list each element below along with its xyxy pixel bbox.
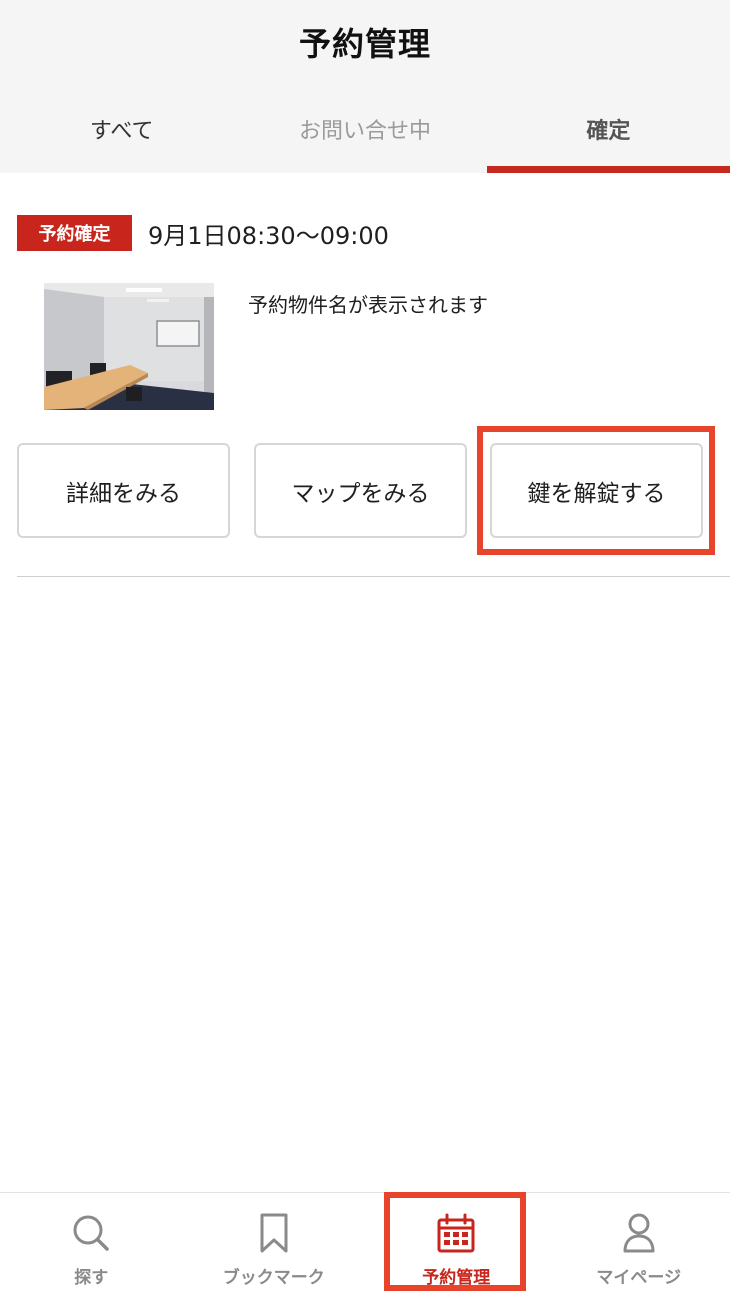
property-name: 予約物件名が表示されます [248, 293, 488, 317]
page-title: 予約管理 [298, 25, 431, 63]
view-map-button[interactable]: マップをみる [254, 443, 467, 538]
nav-label-bookmark: ブックマーク [222, 1268, 325, 1288]
nav-label-mypage: マイページ [596, 1268, 682, 1288]
reservation-tabs: すべて お問い合せ中 確定 [0, 84, 730, 173]
nav-item-mypage[interactable]: マイページ [548, 1193, 730, 1291]
view-details-button[interactable]: 詳細をみる [17, 443, 230, 538]
card-divider [17, 576, 730, 577]
status-badge: 予約確定 [17, 215, 132, 251]
tab-inquiry[interactable]: お問い合せ中 [243, 84, 486, 173]
app-header: 予約管理 [0, 0, 730, 84]
search-icon [73, 1215, 109, 1251]
property-thumbnail [44, 283, 214, 410]
bottom-navigation: 探す ブックマーク 予約管理 マイページ [0, 1192, 730, 1291]
user-icon [623, 1213, 655, 1253]
tab-confirmed[interactable]: 確定 [486, 84, 730, 173]
tab-confirmed-label: 確定 [586, 118, 631, 144]
active-tab-indicator [486, 166, 730, 173]
reservation-datetime: 9月1日08:30～09:00 [148, 221, 389, 250]
nav-item-bookmark[interactable]: ブックマーク [183, 1193, 366, 1291]
nav-label-search: 探す [74, 1268, 109, 1288]
bookmark-icon [260, 1213, 288, 1253]
nav-item-search[interactable]: 探す [0, 1193, 183, 1291]
unlock-button-highlight [477, 426, 715, 555]
nav-reservations-highlight [384, 1192, 526, 1291]
tab-all[interactable]: すべて [0, 84, 243, 173]
